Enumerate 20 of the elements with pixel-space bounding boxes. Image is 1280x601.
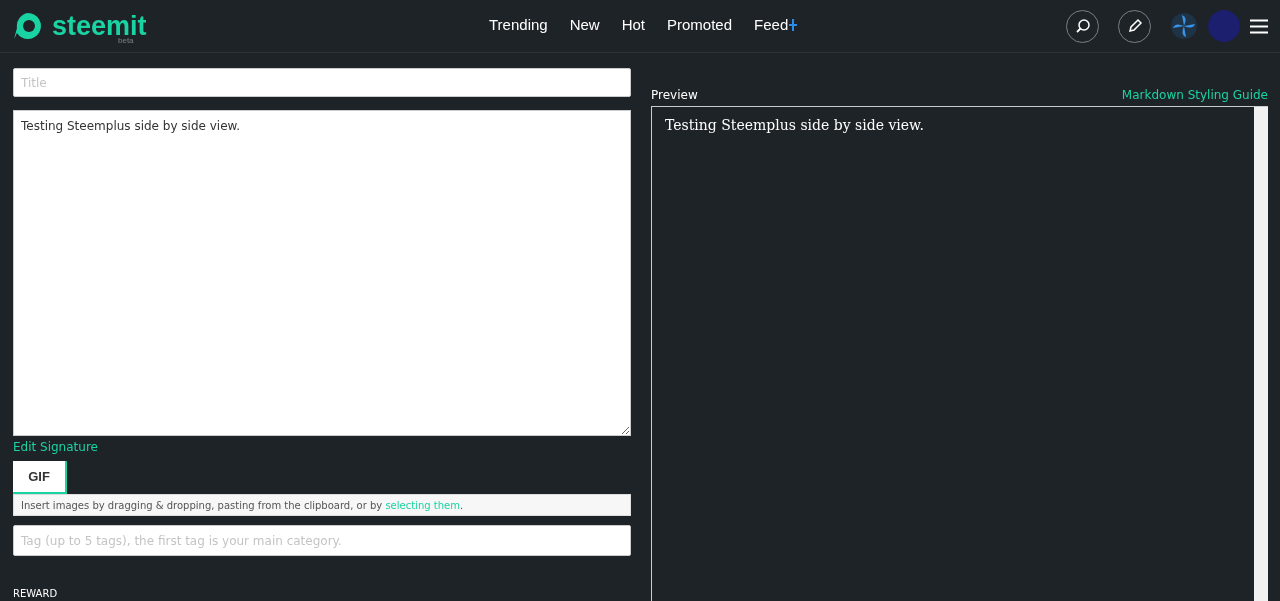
logo-icon [12, 10, 44, 42]
menu-icon[interactable] [1250, 18, 1268, 34]
upload-hint: Insert images by dragging & dropping, pasting from the clipboard, or by selecting them. [21, 499, 464, 511]
search-icon [1074, 18, 1091, 34]
title-field[interactable]: Title [13, 68, 631, 97]
nav-link[interactable]: Trending [489, 16, 548, 33]
nav-link[interactable]: New [569, 16, 600, 33]
scrollbar[interactable] [1254, 107, 1268, 601]
pencil-icon [1126, 18, 1143, 34]
nav-link[interactable]: Promoted [667, 16, 733, 33]
preview-label: Preview [651, 88, 698, 102]
edit-signature-link[interactable]: Edit Signature [13, 440, 98, 454]
tags-field[interactable]: Tag (up to 5 tags), the first tag is your main category. [13, 525, 631, 556]
body-field[interactable]: Testing Steemplus side by side view. [13, 110, 631, 436]
nav-link[interactable]: Hot [621, 16, 645, 33]
reward-label: REWARD [13, 588, 59, 599]
markdown-guide-link[interactable]: Markdown Styling Guide [1121, 88, 1268, 102]
nav-link[interactable]: Feed [754, 16, 798, 33]
gif-tab[interactable]: GIF [13, 461, 67, 494]
preview-text: Testing Steemplus side by side view. [664, 116, 925, 135]
